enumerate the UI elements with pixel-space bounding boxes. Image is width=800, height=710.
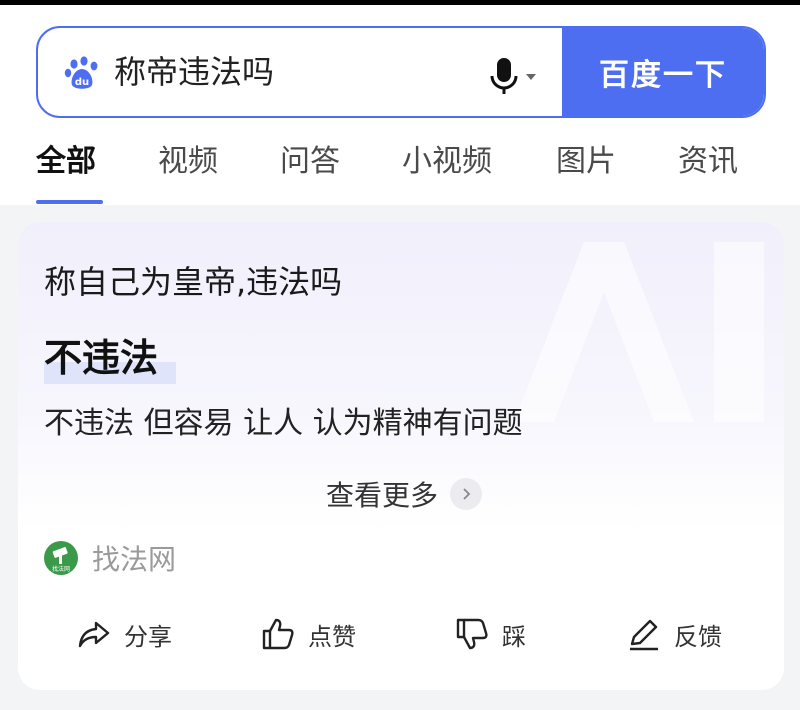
feedback-label: 反馈 [674,622,722,651]
view-more-button[interactable]: 查看更多 [326,474,483,514]
source-name: 找法网 [92,543,177,576]
tab-qa[interactable]: 问答 [280,140,340,184]
tab-all[interactable]: 全部 [36,140,96,184]
thumbs-up-icon [262,618,294,650]
answer-detail: 不违法 但容易 让人 认为精神有问题 [44,406,523,441]
tab-news[interactable]: 资讯 [678,140,738,184]
share-icon [78,621,110,648]
answer-highlight-wrap: 不违法 [44,332,176,384]
view-more-label: 查看更多 [326,479,439,512]
like-label: 点赞 [308,622,356,651]
zhaofawang-logo-icon: 找法网 [44,541,78,575]
baidu-paw-icon: du [64,56,98,89]
header: du 称帝违法吗 百度一下 全部 视频 问答 小视频 图片 资讯 [0,5,800,205]
feedback-button[interactable]: 反馈 [626,614,722,654]
dislike-button[interactable]: 踩 [454,614,526,654]
tab-video[interactable]: 视频 [158,140,218,184]
search-input[interactable]: 称帝违法吗 [114,52,274,92]
search-button[interactable]: 百度一下 [562,28,764,116]
thumbs-down-icon [456,618,488,650]
like-button[interactable]: 点赞 [260,614,356,654]
svg-text:du: du [75,77,89,88]
search-box[interactable]: du 称帝违法吗 百度一下 [36,26,766,118]
share-button[interactable]: 分享 [76,614,172,654]
answer-source[interactable]: 找法网 找法网 [44,538,176,578]
svg-text:找法网: 找法网 [52,565,70,573]
pencil-icon [630,619,658,651]
chevron-right-icon [450,478,483,510]
microphone-icon[interactable] [486,56,546,96]
share-label: 分享 [124,622,172,651]
search-tabs: 全部 视频 问答 小视频 图片 资讯 [0,140,800,205]
tab-short-video[interactable]: 小视频 [402,140,492,184]
ai-answer-card: 称自己为皇帝,违法吗 不违法 不违法 但容易 让人 认为精神有问题 查看更多 找… [18,222,784,690]
dislike-label: 踩 [502,622,526,651]
tab-images[interactable]: 图片 [556,140,616,184]
answer-headline: 不违法 [44,336,159,380]
answer-question: 称自己为皇帝,违法吗 [44,263,343,301]
active-tab-indicator [36,200,103,204]
